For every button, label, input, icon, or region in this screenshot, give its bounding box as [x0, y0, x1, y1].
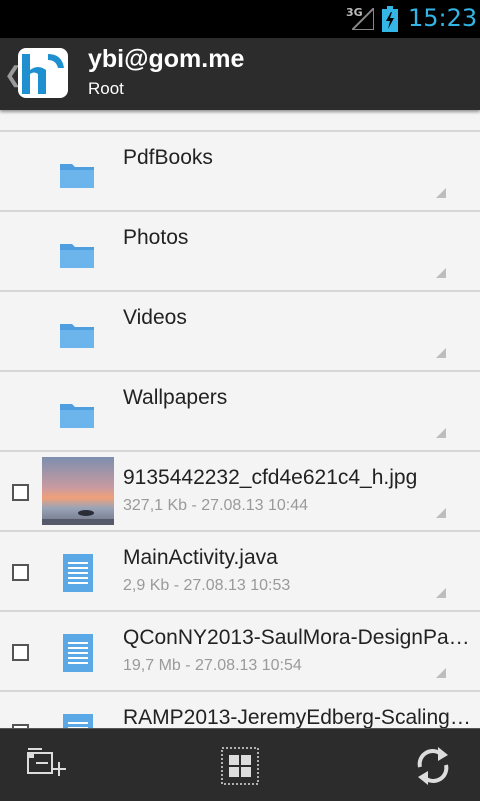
folder-icon: [60, 404, 94, 428]
item-name: RAMP2013-JeremyEdberg-ScalingNetflix.pdf: [123, 706, 473, 728]
context-menu-indicator[interactable]: [436, 348, 446, 358]
clock: 15:23: [408, 4, 478, 32]
document-icon: [63, 554, 93, 592]
select-checkbox[interactable]: [12, 564, 29, 581]
list-item[interactable]: Photos: [0, 212, 480, 292]
item-meta: 327,1 Kb - 27.08.13 10:44: [123, 497, 309, 514]
context-menu-indicator[interactable]: [436, 588, 446, 598]
select-checkbox[interactable]: [12, 644, 29, 661]
list-item[interactable]: Wallpapers: [0, 372, 480, 452]
battery-charging-icon: [382, 6, 398, 32]
item-name: QConNY2013-SaulMora-DesignPatterns.pdf: [123, 626, 473, 649]
account-title: ybi@gom.me: [88, 45, 245, 73]
select-checkbox[interactable]: [12, 484, 29, 501]
document-icon: [63, 634, 93, 672]
file-list[interactable]: PdfBooks Photos Videos Wallpapers 913544…: [0, 110, 480, 728]
document-icon: [63, 714, 93, 728]
item-meta: 2,9 Kb - 27.08.13 10:53: [123, 577, 291, 594]
item-name: PdfBooks: [123, 146, 213, 169]
context-menu-indicator[interactable]: [436, 668, 446, 678]
context-menu-indicator[interactable]: [436, 508, 446, 518]
bottom-action-bar: [0, 728, 480, 801]
item-name: 9135442232_cfd4e621c4_h.jpg: [123, 466, 418, 489]
folder-icon: [60, 164, 94, 188]
grid-view-icon[interactable]: [215, 741, 265, 791]
signal-icon: [352, 8, 374, 30]
list-item[interactable]: Videos: [0, 292, 480, 372]
current-folder: Root: [88, 79, 124, 98]
multi-select-icon[interactable]: [22, 741, 72, 791]
context-menu-indicator[interactable]: [436, 188, 446, 198]
list-divider: [0, 110, 480, 132]
list-item[interactable]: 9135442232_cfd4e621c4_h.jpg 327,1 Kb - 2…: [0, 452, 480, 532]
item-meta: 19,7 Mb - 27.08.13 10:54: [123, 657, 302, 674]
item-name: Wallpapers: [123, 386, 228, 409]
item-name: MainActivity.java: [123, 546, 278, 569]
context-menu-indicator[interactable]: [436, 428, 446, 438]
folder-icon: [60, 324, 94, 348]
context-menu-indicator[interactable]: [436, 268, 446, 278]
status-bar: 3G 15:23: [0, 0, 480, 38]
item-name: Photos: [123, 226, 189, 249]
list-item[interactable]: MainActivity.java 2,9 Kb - 27.08.13 10:5…: [0, 532, 480, 612]
item-name: Videos: [123, 306, 187, 329]
list-item[interactable]: PdfBooks: [0, 132, 480, 212]
hubic-logo[interactable]: [18, 48, 68, 98]
image-thumbnail: [42, 457, 114, 525]
action-bar: ❮ ybi@gom.me Root: [0, 38, 480, 110]
list-item[interactable]: QConNY2013-SaulMora-DesignPatterns.pdf 1…: [0, 612, 480, 692]
list-item[interactable]: RAMP2013-JeremyEdberg-ScalingNetflix.pdf: [0, 692, 480, 728]
refresh-icon[interactable]: [408, 741, 458, 791]
folder-icon: [60, 244, 94, 268]
